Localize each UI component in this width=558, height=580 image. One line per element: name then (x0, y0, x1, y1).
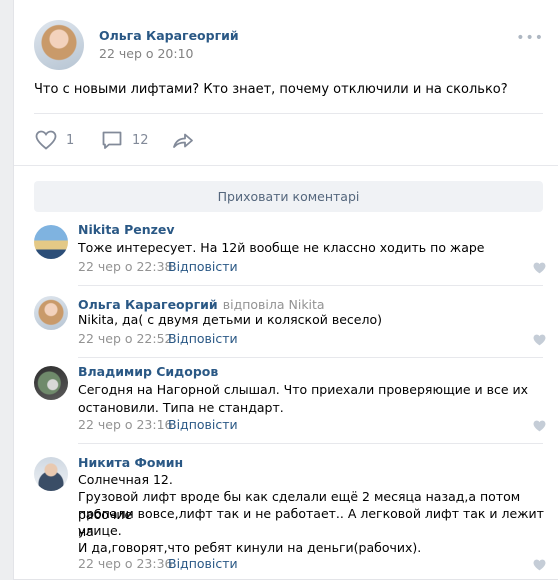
comment-date[interactable]: 22 чер о 22:38 (78, 259, 173, 274)
heart-icon (35, 130, 57, 150)
comment-divider (78, 285, 543, 286)
comment-button[interactable]: 12 (100, 128, 149, 152)
comment-avatar[interactable] (34, 225, 68, 259)
reply-link[interactable]: Відповісти (168, 331, 238, 346)
post-card: Ольга Карагеоргий 22 чер о 20:10 ••• Что… (13, 0, 558, 580)
comment-text: Тоже интересует. На 12й вообще не классн… (78, 240, 485, 255)
comment-text: Nikita, да( с двумя детьми и коляской ве… (78, 312, 382, 327)
comment-divider (78, 443, 543, 444)
share-button[interactable] (171, 128, 195, 156)
reply-link[interactable]: Відповісти (168, 556, 238, 571)
comment-date[interactable]: 22 чер о 23:36 (78, 556, 173, 571)
actions-divider (14, 165, 558, 166)
like-button[interactable]: 1 (34, 128, 74, 152)
comment-text: И да,говорят,что ребят кинули на деньги(… (78, 540, 422, 555)
reply-link[interactable]: Відповісти (168, 417, 238, 432)
comment-divider (78, 357, 543, 358)
post-date[interactable]: 22 чер о 20:10 (99, 46, 194, 61)
comment-author[interactable]: Никита Фомин (78, 455, 183, 470)
more-dots-icon[interactable]: ••• (516, 30, 544, 46)
post-author-name[interactable]: Ольга Карагеоргий (99, 28, 239, 43)
comment-icon (102, 131, 122, 149)
reply-link[interactable]: Відповісти (168, 259, 238, 274)
post-author-avatar[interactable] (34, 20, 84, 70)
comment-author[interactable]: Ольга Карагеоргий (78, 297, 218, 312)
comment-author[interactable]: Владимир Сидоров (78, 364, 218, 379)
replied-to-label[interactable]: відповіла Nikita (223, 297, 325, 312)
comment-count: 12 (132, 132, 149, 148)
comment-like-icon[interactable] (533, 262, 546, 274)
comment-like-icon[interactable] (533, 420, 546, 432)
comment-like-icon[interactable] (533, 559, 546, 571)
comment-date[interactable]: 22 чер о 23:16 (78, 417, 173, 432)
comment-text: Сегодня на Нагорной слышал. Что приехали… (78, 382, 529, 397)
comment-text: остановили. Типа не стандарт. (78, 400, 284, 415)
comment-text: Солнечная 12. (78, 472, 173, 487)
comment-avatar[interactable] (34, 296, 68, 330)
comment-text: улице. (78, 523, 122, 538)
comment-like-icon[interactable] (533, 334, 546, 346)
hide-comments-button[interactable]: Приховати коментарі (34, 181, 543, 212)
post-text: Что с новыми лифтами? Кто знает, почему … (34, 82, 508, 97)
comment-avatar[interactable] (34, 457, 68, 491)
comment-date[interactable]: 22 чер о 22:52 (78, 331, 173, 346)
comment-text: пропали вовсе,лифт так и не работает.. А… (78, 506, 544, 539)
comment-author[interactable]: Nikita Penzev (78, 222, 175, 237)
post-divider (34, 113, 543, 114)
share-icon (173, 133, 193, 148)
like-count: 1 (66, 132, 75, 148)
comment-avatar[interactable] (34, 366, 68, 400)
